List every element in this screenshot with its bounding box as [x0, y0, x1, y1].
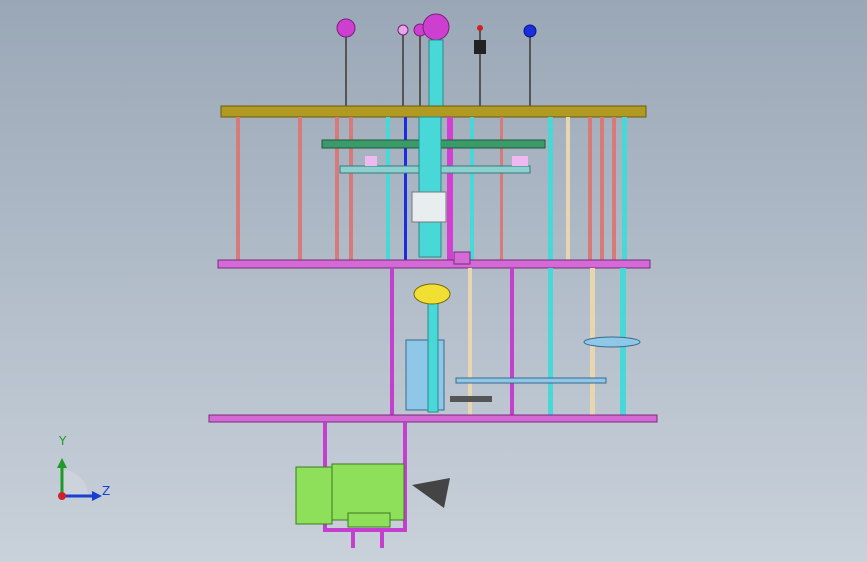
- assembly-model[interactable]: [0, 0, 867, 562]
- yellow-gear: [413, 283, 451, 305]
- central-shaft: [418, 116, 442, 258]
- mid-plate: [217, 259, 651, 269]
- x-axis-dot: [58, 492, 66, 500]
- bevel-gear: [412, 478, 450, 508]
- cad-viewport[interactable]: Y Z: [0, 0, 867, 562]
- lever-knob-6: [523, 24, 537, 38]
- lower-frame: [390, 268, 641, 416]
- belt: [455, 377, 607, 384]
- lever-knob-1: [336, 18, 356, 38]
- triad-z-label: Z: [102, 484, 111, 498]
- orientation-triad: Y Z: [40, 434, 120, 516]
- top-levers[interactable]: [336, 13, 537, 107]
- lever-knob-5: [477, 25, 483, 31]
- triad-y-label: Y: [59, 434, 67, 448]
- pulley-right: [583, 336, 641, 348]
- lever-knob-4: [422, 13, 450, 41]
- lower-plate: [208, 414, 658, 423]
- lever-knob-2: [397, 24, 409, 36]
- spur-gear: [450, 396, 492, 402]
- top-plate: [220, 105, 647, 118]
- electric-motor[interactable]: [295, 463, 405, 528]
- central-bearing: [411, 191, 447, 223]
